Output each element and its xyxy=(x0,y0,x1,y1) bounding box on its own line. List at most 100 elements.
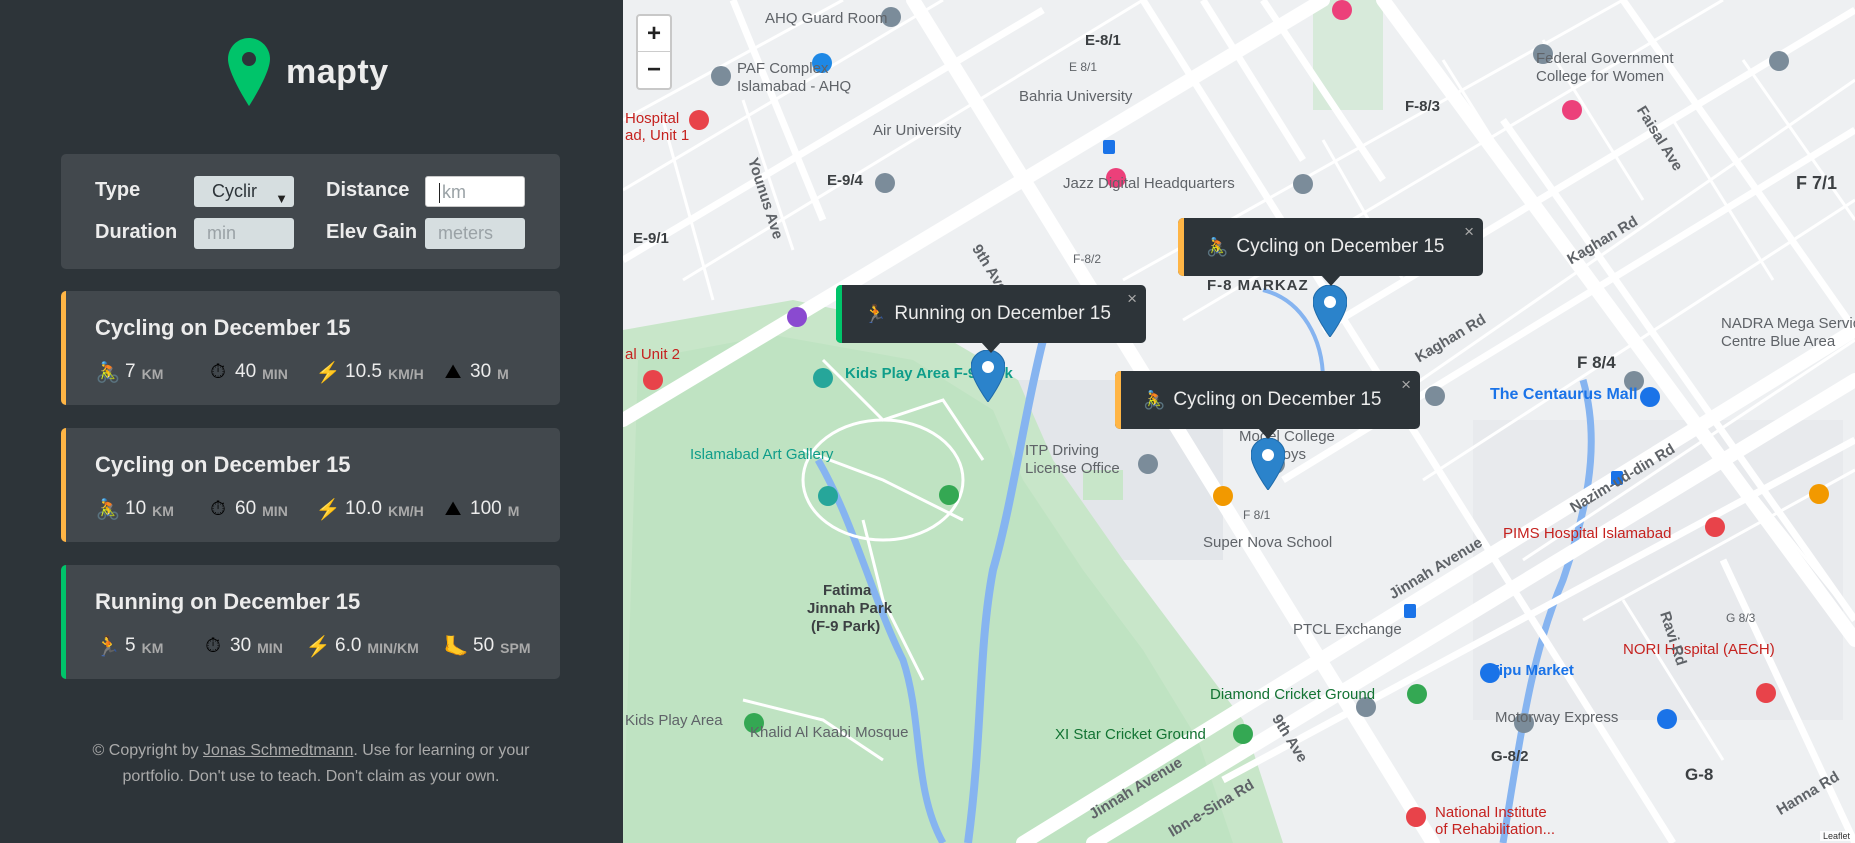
map-label: PAF Complex xyxy=(737,60,829,77)
author-link[interactable]: Jonas Schmedtmann xyxy=(203,742,353,759)
stat-value: 10.5 xyxy=(345,361,382,382)
stat-unit: KM/H xyxy=(387,502,424,519)
map-marker-icon[interactable] xyxy=(1251,438,1285,490)
map-label: F 8/4 xyxy=(1577,353,1616,372)
stat-unit: KM xyxy=(141,639,164,656)
duration-input[interactable]: min xyxy=(194,218,294,249)
map-label: PIMS Hospital Islamabad xyxy=(1503,525,1672,542)
zoom-out-button[interactable]: − xyxy=(638,52,670,88)
map-label: Islamabad - AHQ xyxy=(737,78,852,95)
stat-value: 7 xyxy=(125,361,136,382)
lightning-icon: ⚡️ xyxy=(305,635,331,658)
workout-distance: 🏃 5 KM xyxy=(95,631,164,661)
popup-title: Cycling on December 15 xyxy=(1236,236,1445,257)
workout-distance: 🚴 10 KM xyxy=(95,494,174,524)
map-label: Khalid Al Kaabi Mosque xyxy=(750,724,909,741)
map-label: XI Star Cricket Ground xyxy=(1055,726,1206,743)
stat-value: 30 xyxy=(470,361,492,382)
runner-icon: 🏃 xyxy=(95,635,121,658)
distance-placeholder: km xyxy=(442,182,466,202)
sidebar: mapty Type Cyclir ▼ Distance km Duration… xyxy=(0,0,623,843)
workout-duration: ⏱ 60 MIN xyxy=(205,494,288,524)
popup-tip xyxy=(1320,275,1341,286)
map-label: E-9/4 xyxy=(827,172,863,189)
bicycle-icon: 🚴 xyxy=(95,361,121,384)
workout-card[interactable]: Cycling on December 15 🚴 10 KM ⏱ 60 MIN … xyxy=(61,428,560,542)
workout-pace: ⚡️ 6.0 MIN/KM xyxy=(305,631,419,661)
stat-value: 10 xyxy=(125,498,147,519)
popup-stripe xyxy=(1115,371,1121,429)
map-label: F 7/1 xyxy=(1796,173,1838,193)
map-marker-icon[interactable] xyxy=(1313,285,1347,337)
map-label: Tipu Market xyxy=(1490,662,1574,679)
distance-input[interactable]: km xyxy=(425,176,525,207)
stat-value: 100 xyxy=(470,498,502,519)
workout-distance: 🚴 7 KM xyxy=(95,357,164,387)
map-label: E 8/1 xyxy=(1069,60,1098,74)
bicycle-icon: 🚴 xyxy=(1206,236,1229,257)
workout-form: Type Cyclir ▼ Distance km Duration min E… xyxy=(61,154,560,269)
map-label: National Institute xyxy=(1435,804,1547,821)
workout-duration: ⏱ 30 MIN xyxy=(200,631,283,661)
popup-title: Cycling on December 15 xyxy=(1173,389,1382,410)
lightning-icon: ⚡️ xyxy=(315,498,341,521)
map-label: Bahria University xyxy=(1019,88,1133,105)
type-select[interactable]: Cyclir ▼ xyxy=(194,176,294,207)
workout-type-stripe xyxy=(61,428,66,542)
duration-placeholder: min xyxy=(207,223,237,243)
map-label: The Centaurus Mall xyxy=(1490,386,1638,403)
workout-speed: ⚡️ 10.5 KM/H xyxy=(315,357,424,387)
map[interactable]: AHQ Guard Room E-8/1 E 8/1 PAF Complex I… xyxy=(623,0,1855,843)
running-popup[interactable]: 🏃 Running on December 15 × xyxy=(836,285,1146,353)
map-label: Federal Government xyxy=(1536,50,1674,67)
map-label: F-8/3 xyxy=(1405,98,1441,115)
stat-unit: KM/H xyxy=(387,365,424,382)
type-label: Type xyxy=(95,179,141,201)
elev-gain-input[interactable]: meters xyxy=(425,218,525,249)
map-label: Centre Blue Area xyxy=(1721,333,1836,350)
close-icon[interactable]: × xyxy=(1401,375,1411,395)
workout-card[interactable]: Cycling on December 15 🚴 7 KM ⏱ 40 MIN ⚡… xyxy=(61,291,560,405)
workout-type-stripe xyxy=(61,565,66,679)
popup-tip xyxy=(1257,428,1278,439)
map-label: Fatima xyxy=(823,582,872,599)
map-label: G-8 xyxy=(1685,765,1714,784)
map-label: Jinnah Park xyxy=(807,600,893,617)
logo-text: mapty xyxy=(286,52,389,91)
workout-cadence: 🦶 50 SPM xyxy=(443,631,531,661)
map-pin-logo-icon xyxy=(228,38,270,106)
stat-unit: M xyxy=(497,365,509,382)
map-label: F 8/1 xyxy=(1243,508,1271,522)
map-marker-icon[interactable] xyxy=(971,350,1005,402)
map-label: AHQ Guard Room xyxy=(765,10,888,27)
workout-speed: ⚡️ 10.0 KM/H xyxy=(315,494,424,524)
map-label: Hospital xyxy=(625,110,680,127)
zoom-in-button[interactable]: + xyxy=(638,16,670,52)
stat-value: 10.0 xyxy=(345,498,382,519)
type-select-value: Cyclir xyxy=(212,181,257,201)
close-icon[interactable]: × xyxy=(1464,222,1474,242)
stat-unit: M xyxy=(507,502,520,519)
map-label: of Rehabilitation... xyxy=(1435,821,1556,838)
map-label: Air University xyxy=(873,122,962,139)
stat-value: 60 xyxy=(235,498,257,519)
workout-title: Running on December 15 xyxy=(95,589,361,614)
map-label: E-8/1 xyxy=(1085,32,1121,49)
cycling-popup[interactable]: 🚴 Cycling on December 15 × xyxy=(1178,218,1483,286)
popup-tip xyxy=(981,342,1001,353)
stopwatch-icon: ⏱ xyxy=(210,360,226,383)
stopwatch-icon: ⏱ xyxy=(210,497,226,520)
bicycle-icon: 🚴 xyxy=(1143,389,1166,410)
leaflet-attribution[interactable]: Leaflet xyxy=(1819,831,1853,841)
lightning-icon: ⚡️ xyxy=(315,361,341,384)
elev-gain-label: Elev Gain xyxy=(326,221,418,243)
map-label: License Office xyxy=(1025,460,1120,477)
workout-card[interactable]: Running on December 15 🏃 5 KM ⏱ 30 MIN ⚡… xyxy=(61,565,560,679)
stat-unit: KM xyxy=(141,365,164,382)
close-icon[interactable]: × xyxy=(1127,289,1137,309)
cycling-popup[interactable]: 🚴 Cycling on December 15 × xyxy=(1115,371,1420,439)
map-label: G 8/3 xyxy=(1726,611,1756,625)
map-label: F-8/2 xyxy=(1073,252,1102,266)
stat-value: 6.0 xyxy=(335,635,362,656)
workout-title: Cycling on December 15 xyxy=(95,452,351,477)
